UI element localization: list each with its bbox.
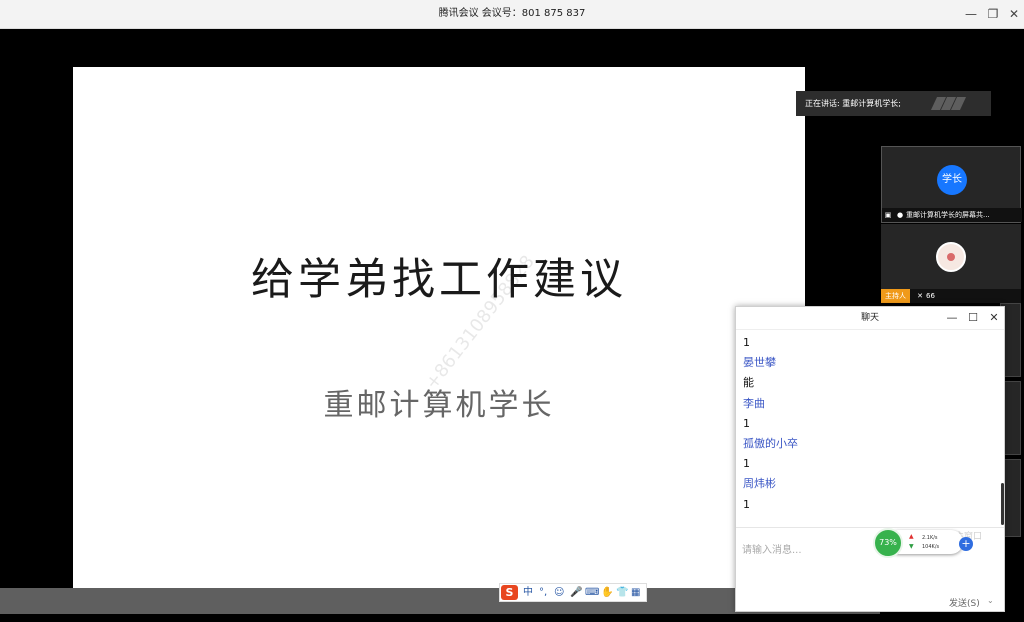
chat-minimize-button[interactable]: —	[942, 307, 962, 329]
participant-label: ▣ ● 重邮计算机学长的屏幕共...	[882, 208, 1022, 222]
message-text: 1	[743, 497, 750, 511]
chat-close-button[interactable]: ✕	[984, 307, 1004, 329]
download-speed: 104K/s	[922, 544, 940, 550]
avatar	[936, 242, 966, 272]
upload-speed: 2.1K/s	[922, 535, 938, 541]
memory-usage-badge[interactable]: 73%	[873, 528, 903, 558]
ime-toolbar: S 中 °, ☺ 🎤 ⌨ ✋ 👕 ▦	[499, 583, 647, 602]
restore-button[interactable]: ❐	[982, 0, 1004, 28]
sogou-logo-icon[interactable]: S	[501, 585, 518, 600]
ime-keyboard-button[interactable]: ⌨	[585, 585, 599, 601]
download-arrow-icon: ▼	[909, 543, 914, 550]
chat-window: 聊天 — ☐ ✕ 1 晏世攀 能 李曲 1 孤傲的小卒 1 周炜彬 1 回主窗口…	[735, 306, 1005, 612]
mic-icon: ●	[896, 211, 904, 219]
message-text: 1	[743, 416, 750, 430]
minimize-button[interactable]: —	[960, 0, 982, 28]
message-sender: 孤傲的小卒	[743, 436, 798, 450]
ime-handwriting-button[interactable]: ✋	[601, 585, 613, 601]
message-sender: 周炜彬	[743, 477, 776, 491]
ime-skin-button[interactable]: 👕	[616, 585, 628, 601]
title-bar: 腾讯会议 会议号：801 875 837 — ❐ ✕	[0, 0, 1024, 29]
participant-tile[interactable]: 学长 ▣ ● 重邮计算机学长的屏幕共...	[881, 146, 1022, 223]
ime-toolbox-button[interactable]: ▦	[631, 585, 640, 601]
chat-scrollbar[interactable]	[1001, 483, 1004, 525]
host-badge: 主持人	[881, 289, 910, 303]
ime-chinese-mode-button[interactable]: 中	[523, 585, 533, 601]
participant-label: 主持人 ✕ 66	[881, 289, 1021, 303]
mic-muted-icon: ✕	[917, 292, 923, 300]
participant-name: 重邮计算机学长的屏幕共...	[906, 211, 990, 219]
message-text: 能	[743, 376, 754, 390]
message-sender: 李曲	[743, 396, 765, 410]
screen-share-icon: ▣	[884, 211, 892, 219]
avatar: 学长	[937, 165, 967, 195]
send-options-chevron-down-icon[interactable]: ⌄	[987, 596, 994, 605]
chat-header: 聊天 — ☐ ✕	[736, 307, 1004, 330]
network-speed-widget[interactable]: ▲ ▼ 2.1K/s 104K/s + 73%	[873, 528, 973, 558]
speed-boost-icon[interactable]: +	[959, 537, 973, 551]
ime-emoji-button[interactable]: ☺	[554, 585, 564, 601]
message-sender: 晏世攀	[743, 356, 776, 370]
chat-message-list[interactable]: 1 晏世攀 能 李曲 1 孤傲的小卒 1 周炜彬 1	[743, 333, 993, 515]
upload-arrow-icon: ▲	[909, 533, 914, 540]
message-text: 1	[743, 457, 750, 471]
chat-input[interactable]: 请输入消息...	[742, 541, 802, 556]
window-title: 腾讯会议 会议号：801 875 837	[438, 8, 586, 19]
participant-tile[interactable]: 主持人 ✕ 66	[881, 224, 1021, 303]
ime-voice-button[interactable]: 🎤	[570, 585, 582, 601]
speaking-text: 正在讲话: 重邮计算机学长;	[805, 99, 901, 108]
ime-punctuation-button[interactable]: °,	[539, 585, 547, 601]
speaking-banner: 正在讲话: 重邮计算机学长;	[796, 91, 991, 116]
message-text: 1	[743, 336, 750, 349]
chat-maximize-button[interactable]: ☐	[963, 307, 983, 329]
slide-title: 给学弟找工作建议	[251, 255, 627, 305]
participant-name: 66	[926, 292, 935, 300]
shared-screen-slide: 给学弟找工作建议 重邮计算机学长 +8613108958828	[73, 67, 805, 589]
send-button[interactable]: 发送(S)	[949, 596, 980, 609]
close-button[interactable]: ✕	[1003, 0, 1024, 28]
